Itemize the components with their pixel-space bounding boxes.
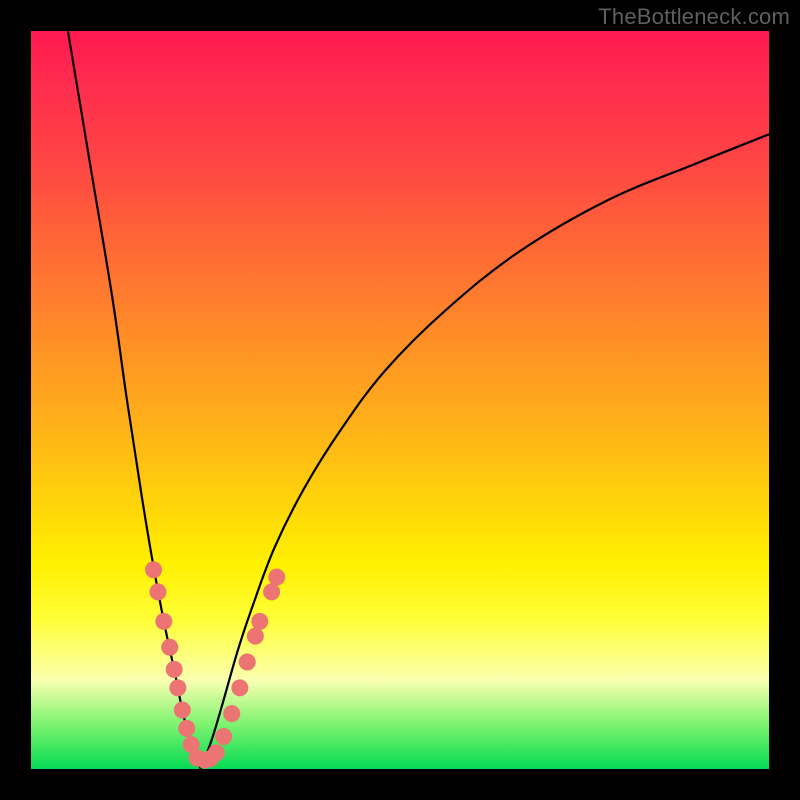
right-curve: [201, 134, 769, 769]
data-point: [215, 728, 232, 745]
plot-area: [31, 31, 769, 769]
data-point: [268, 569, 285, 586]
data-point: [231, 679, 248, 696]
left-curve: [68, 31, 201, 769]
data-point: [169, 679, 186, 696]
data-point: [223, 705, 240, 722]
data-point: [166, 661, 183, 678]
data-point: [208, 744, 225, 761]
data-point: [155, 613, 172, 630]
data-point: [239, 653, 256, 670]
data-point: [251, 613, 268, 630]
chart-frame: TheBottleneck.com: [0, 0, 800, 800]
highlighted-points: [145, 561, 285, 768]
data-point: [161, 639, 178, 656]
chart-svg: [31, 31, 769, 769]
data-point: [247, 628, 264, 645]
data-point: [263, 583, 280, 600]
data-point: [178, 720, 195, 737]
watermark-text: TheBottleneck.com: [598, 4, 790, 30]
data-point: [145, 561, 162, 578]
data-point: [174, 701, 191, 718]
data-point: [149, 583, 166, 600]
